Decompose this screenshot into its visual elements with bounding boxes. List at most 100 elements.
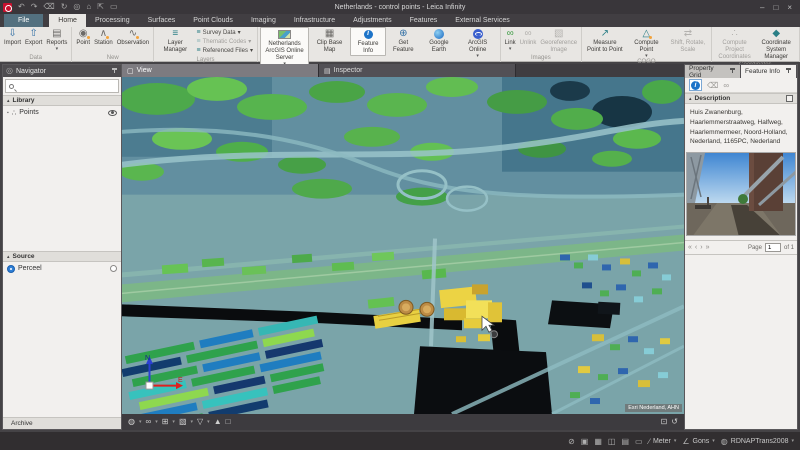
feature-photo[interactable] (686, 152, 796, 236)
arcgis-online-dropdown-icon[interactable]: ▾ (476, 53, 479, 58)
referenced-files-button[interactable]: ≡ Referenced Files ▾ (197, 47, 253, 54)
minimize-button[interactable]: – (760, 3, 764, 12)
status-icon-6[interactable]: ▭ (635, 437, 643, 446)
orbit-icon[interactable]: ↺ (671, 414, 678, 430)
crs-selector[interactable]: ◍ RDNAPTrans2008 ▾ (721, 437, 794, 446)
page-of-label: of 1 (783, 244, 794, 251)
visibility-eye-icon[interactable] (108, 109, 117, 116)
photo-image (687, 153, 795, 235)
status-icon-2[interactable]: ▣ (581, 437, 589, 446)
filter-tool-icon[interactable]: ▽ (197, 414, 203, 430)
select-tool-icon[interactable]: □ (226, 414, 231, 430)
group-label-new: New (106, 55, 119, 61)
source-section-header[interactable]: ▴ Source (3, 251, 121, 262)
tab-property-grid[interactable]: Property Grid (685, 65, 741, 79)
observation-button[interactable]: ∿ Observation (115, 27, 151, 47)
perceel-radio[interactable] (110, 265, 117, 272)
perceel-item[interactable]: Perceel (3, 262, 121, 275)
property-grid-pin-icon[interactable] (729, 68, 736, 75)
basemap-tool-icon[interactable]: ◍ (128, 414, 135, 430)
referenced-files-dropdown-icon[interactable]: ▾ (250, 47, 253, 54)
reports-button[interactable]: ▤ Reports ▾ (44, 27, 69, 51)
dropdown-icon[interactable]: ▾ (155, 419, 158, 425)
tab-infrastructure[interactable]: Infrastructure (285, 14, 344, 27)
tab-external-services[interactable]: External Services (446, 14, 518, 27)
navigator-pin-icon[interactable] (111, 67, 118, 75)
tab-home[interactable]: Home (49, 14, 86, 27)
feature-info-button[interactable]: i Feature Info (349, 27, 387, 56)
description-section-header[interactable]: ▴ Description (685, 93, 798, 104)
archive-bar[interactable]: Archive (3, 417, 121, 429)
redo-icon[interactable]: ↷ (31, 0, 38, 14)
tab-imaging[interactable]: Imaging (242, 14, 285, 27)
survey-data-dropdown-icon[interactable]: ▾ (238, 29, 241, 36)
user-export-icon[interactable]: ⇱ (97, 0, 104, 14)
coordinate-system-manager-button[interactable]: ◆ Coordinate System Manager (755, 27, 797, 61)
pager-first-button[interactable]: « (688, 244, 692, 251)
tab-view[interactable]: ▢ View (122, 64, 319, 77)
export-button[interactable]: ⇧ Export (23, 27, 44, 47)
link-tool-icon[interactable]: ∞ (146, 414, 152, 430)
status-icon-1[interactable]: ⊘ (568, 437, 575, 446)
delete-icon[interactable]: ⌫ (43, 0, 54, 14)
dropdown-icon[interactable]: ▾ (139, 419, 142, 425)
arcgis-online-button[interactable]: ArcGIS Online ▾ (458, 27, 498, 58)
pager-next-button[interactable]: › (700, 244, 702, 251)
box-icon[interactable]: ▭ (110, 0, 118, 14)
measure-point-to-point-button[interactable]: ↗ Measure Point to Point (584, 27, 626, 54)
angle-unit-selector[interactable]: ∠ Gons ▾ (682, 437, 714, 446)
copy-icon[interactable] (786, 93, 798, 102)
close-button[interactable]: × (787, 3, 792, 12)
library-section-header[interactable]: ▴ Library (3, 95, 121, 106)
station-button[interactable]: ∧ Station (92, 27, 115, 47)
tab-inspector[interactable]: ▤ Inspector (319, 64, 516, 77)
layers-tool-icon[interactable]: ▧ (179, 414, 187, 430)
get-feature-icon: ⊕ (399, 28, 408, 39)
dropdown-icon[interactable]: ▾ (207, 419, 210, 425)
dropdown-icon[interactable]: ▾ (191, 419, 194, 425)
import-button[interactable]: ⇩ Import (2, 27, 23, 47)
page-input[interactable] (764, 243, 781, 252)
link-dropdown-icon[interactable]: ▾ (509, 46, 512, 51)
feature-info-pin-icon[interactable] (785, 68, 792, 75)
netherlands-arcgis-server-button[interactable]: Netherlands ArcGIS Online Server ▾ (259, 27, 310, 67)
get-feature-button[interactable]: ⊕ Get Feature (386, 27, 420, 54)
tab-features[interactable]: Features (401, 14, 447, 27)
compute-point-button[interactable]: △ Compute Point ▾ (626, 27, 667, 58)
status-icon-5[interactable]: ▤ (621, 437, 629, 446)
restore-button[interactable]: □ (773, 3, 778, 12)
reports-dropdown-icon[interactable]: ▾ (56, 46, 59, 51)
info-toggle-button[interactable]: i (689, 79, 702, 91)
tab-feature-info[interactable]: Feature Info (741, 65, 797, 78)
status-icon-4[interactable]: ◫ (608, 437, 616, 446)
globe-icon: ◍ (720, 436, 728, 446)
navigator-search-input[interactable] (5, 79, 119, 93)
pager-last-button[interactable]: » (706, 244, 710, 251)
clip-base-map-button[interactable]: ▦ Clip Base Map (309, 27, 350, 54)
point-button[interactable]: ◉ Point (74, 27, 92, 47)
archive-icon[interactable]: ⌂ (86, 0, 91, 14)
pager-prev-button[interactable]: ‹ (695, 244, 697, 251)
survey-data-button[interactable]: ≡ Survey Data ▾ (197, 29, 253, 36)
tab-point-clouds[interactable]: Point Clouds (184, 14, 242, 27)
window-controls: – □ × (760, 3, 800, 12)
points-item[interactable]: ▪ ∴ Points (3, 106, 121, 119)
undo-icon[interactable]: ↶ (18, 0, 25, 14)
compute-project-coordinates-icon: ∴ (731, 28, 738, 39)
snapshot-icon[interactable]: ◎ (73, 0, 80, 14)
link-button[interactable]: ∞ Link ▾ (503, 27, 518, 51)
tab-processing[interactable]: Processing (86, 14, 139, 27)
refresh-icon[interactable]: ↻ (61, 0, 68, 14)
grid-tool-icon[interactable]: ⊞ (162, 414, 169, 430)
terrain-tool-icon[interactable]: ▲ (214, 414, 222, 430)
zoom-extent-icon[interactable]: ⊡ (661, 414, 668, 430)
dropdown-icon[interactable]: ▾ (172, 419, 175, 425)
layer-manager-button[interactable]: ≡ Layer Manager (156, 27, 194, 54)
status-icon-3[interactable]: ▦ (594, 437, 602, 446)
tab-adjustments[interactable]: Adjustments (344, 14, 401, 27)
tab-file[interactable]: File (4, 14, 44, 27)
google-earth-button[interactable]: Google Earth (420, 27, 457, 54)
distance-unit-selector[interactable]: ∕ Meter ▾ (649, 437, 677, 446)
tab-surfaces[interactable]: Surfaces (139, 14, 185, 27)
map-canvas[interactable]: N E Esri Nederland, AHN (122, 77, 684, 414)
